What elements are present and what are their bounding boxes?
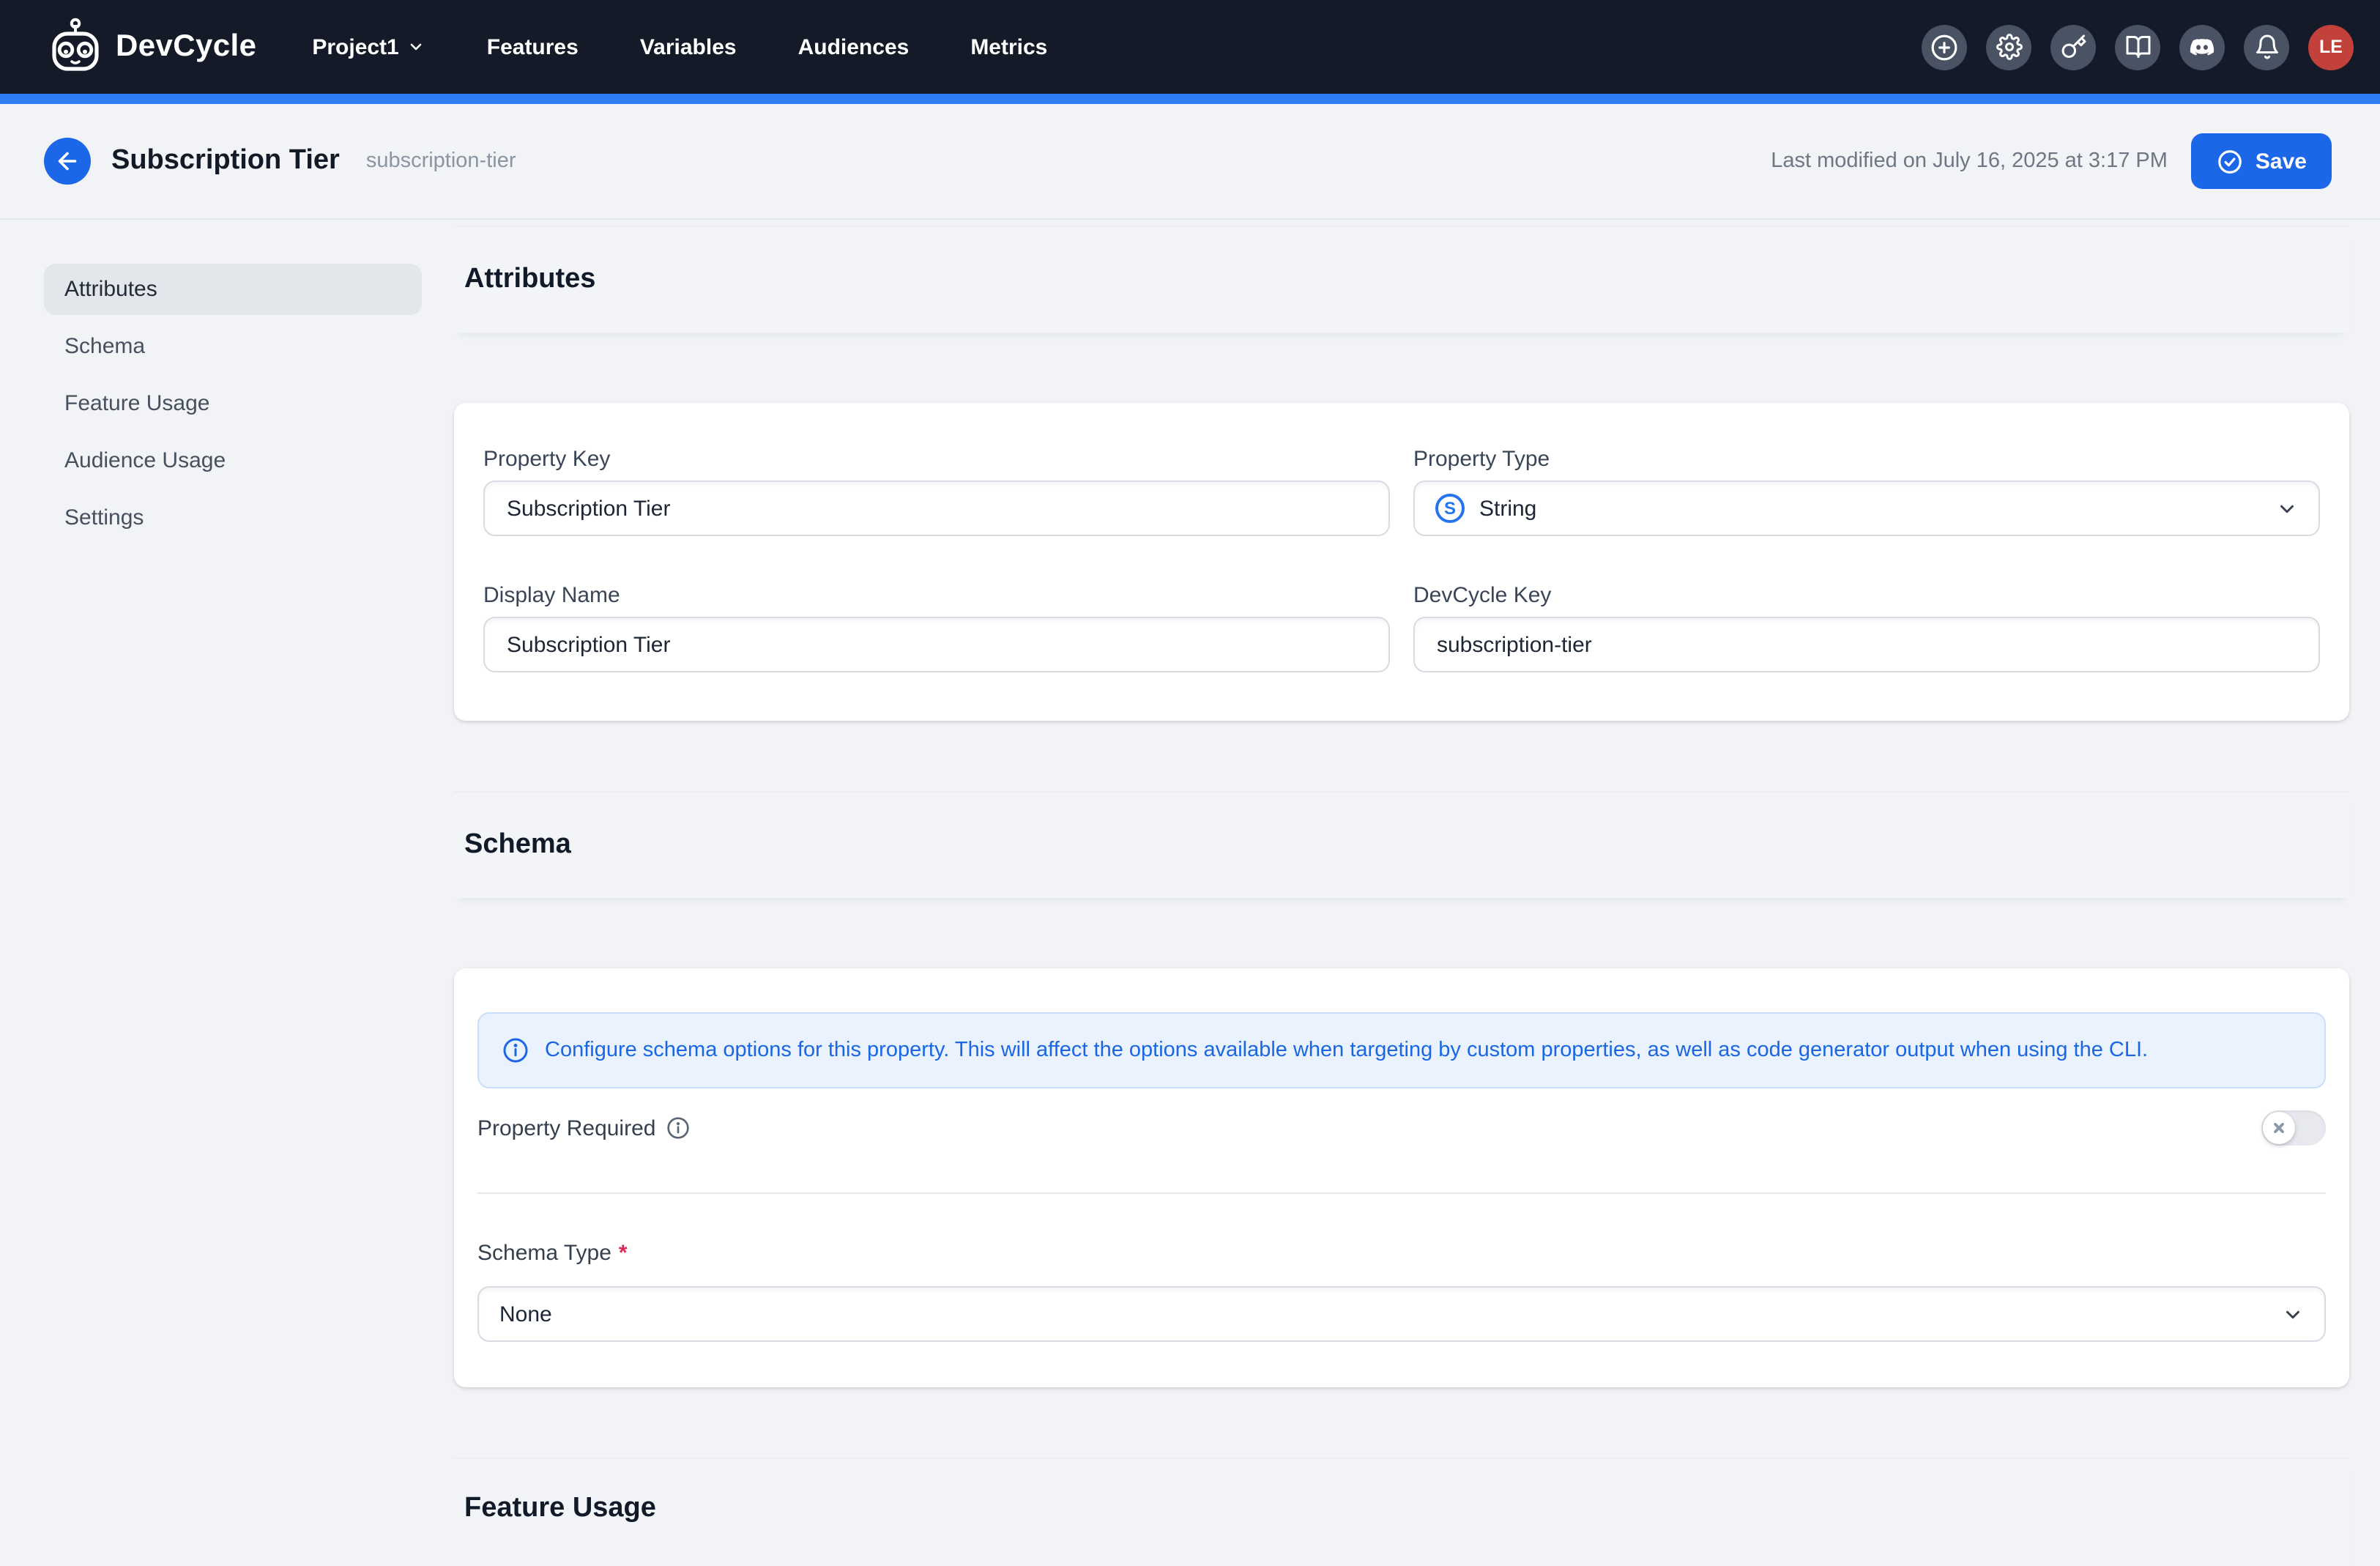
app-window: DevCycle Project1 Features Variables Aud…: [0, 0, 2380, 1566]
nav-item-audiences[interactable]: Audiences: [798, 34, 910, 59]
display-name-input[interactable]: [483, 617, 1390, 672]
brand-name: DevCycle: [116, 29, 256, 64]
schema-section-title: Schema: [464, 829, 571, 861]
property-type-label: Property Type: [1413, 447, 2320, 472]
settings-button[interactable]: [1986, 24, 2031, 70]
page-title: Subscription Tier: [111, 145, 340, 177]
content-area: Attributes Schema Feature Usage Audience…: [0, 220, 2380, 1566]
property-key-field: Property Key: [483, 447, 1390, 536]
page-key: subscription-tier: [366, 149, 516, 173]
schema-type-value: None: [499, 1302, 552, 1326]
back-button[interactable]: [44, 138, 91, 185]
info-circle-icon[interactable]: [666, 1116, 689, 1140]
user-avatar[interactable]: LE: [2308, 24, 2354, 70]
property-key-input[interactable]: [483, 480, 1390, 536]
chevron-down-icon: [408, 38, 425, 56]
property-required-label: Property Required: [477, 1116, 689, 1140]
nav-icon-tray: LE: [1922, 24, 2354, 70]
info-circle-icon: [502, 1037, 529, 1064]
gear-icon: [1996, 34, 2022, 60]
chevron-down-icon: [2276, 497, 2298, 519]
property-type-select[interactable]: S String: [1413, 480, 2320, 536]
required-asterisk: *: [619, 1241, 628, 1266]
discord-button[interactable]: [2179, 24, 2225, 70]
nav-item-features[interactable]: Features: [487, 34, 579, 59]
api-keys-button[interactable]: [2050, 24, 2096, 70]
display-name-field: Display Name: [483, 583, 1390, 672]
devcycle-brand[interactable]: DevCycle: [48, 18, 256, 76]
sidebar-item-feature-usage[interactable]: Feature Usage: [44, 378, 422, 429]
check-circle-icon: [2216, 147, 2244, 175]
property-required-row: Property Required: [477, 1099, 2326, 1157]
arrow-left-icon: [54, 148, 81, 174]
last-modified-text: Last modified on July 16, 2025 at 3:17 P…: [1771, 149, 2168, 173]
nav-item-variables[interactable]: Variables: [640, 34, 737, 59]
book-open-icon: [2124, 34, 2151, 60]
schema-banner-text: Configure schema options for this proper…: [545, 1039, 2148, 1062]
sidebar-item-settings[interactable]: Settings: [44, 492, 422, 543]
devcycle-key-input[interactable]: [1413, 617, 2320, 672]
add-button[interactable]: [1922, 24, 1967, 70]
property-required-toggle[interactable]: [2261, 1110, 2326, 1146]
feature-usage-section-title: Feature Usage: [464, 1493, 656, 1525]
display-name-label: Display Name: [483, 583, 1390, 608]
top-navbar: DevCycle Project1 Features Variables Aud…: [0, 0, 2380, 94]
sidebar-item-audience-usage[interactable]: Audience Usage: [44, 435, 422, 486]
devcycle-key-field: DevCycle Key: [1413, 583, 2320, 672]
accent-bar: [0, 94, 2380, 104]
divider: [477, 1192, 2326, 1194]
page-header: Subscription Tier subscription-tier Last…: [0, 104, 2380, 220]
schema-type-label: Schema Type *: [477, 1241, 2326, 1266]
nav-project-dropdown[interactable]: Project1: [312, 34, 425, 59]
discord-icon: [2188, 33, 2216, 61]
schema-card: Configure schema options for this proper…: [454, 968, 2349, 1387]
attributes-section-title: Attributes: [464, 264, 595, 296]
devcycle-key-label: DevCycle Key: [1413, 583, 2320, 608]
nav-item-metrics[interactable]: Metrics: [970, 34, 1047, 59]
notifications-button[interactable]: [2244, 24, 2289, 70]
sidebar-item-schema[interactable]: Schema: [44, 321, 422, 372]
property-type-field: Property Type S String: [1413, 447, 2320, 536]
save-button[interactable]: Save: [2191, 133, 2332, 189]
section-sidebar: Attributes Schema Feature Usage Audience…: [44, 264, 422, 549]
schema-type-select[interactable]: None: [477, 1286, 2326, 1342]
schema-section-header: Schema: [454, 791, 2349, 898]
main-panel: Attributes Property Key Property Type S …: [454, 220, 2349, 1566]
primary-nav: Project1 Features Variables Audiences Me…: [312, 34, 1047, 59]
devcycle-logo-icon: [48, 18, 103, 76]
feature-usage-section-header: Feature Usage: [454, 1458, 2349, 1566]
key-icon: [2060, 34, 2086, 60]
sidebar-item-attributes[interactable]: Attributes: [44, 264, 422, 315]
toggle-knob-x-icon: [2263, 1112, 2295, 1144]
attributes-section-header: Attributes: [454, 226, 2349, 333]
property-type-value: String: [1479, 496, 1536, 521]
schema-info-banner: Configure schema options for this proper…: [477, 1012, 2326, 1088]
docs-button[interactable]: [2115, 24, 2160, 70]
string-type-icon: S: [1435, 494, 1465, 523]
property-key-label: Property Key: [483, 447, 1390, 472]
plus-circle-icon: [1930, 33, 1958, 61]
chevron-down-icon: [2282, 1303, 2304, 1325]
bell-icon: [2253, 34, 2280, 60]
attributes-card: Property Key Property Type S String: [454, 403, 2349, 721]
